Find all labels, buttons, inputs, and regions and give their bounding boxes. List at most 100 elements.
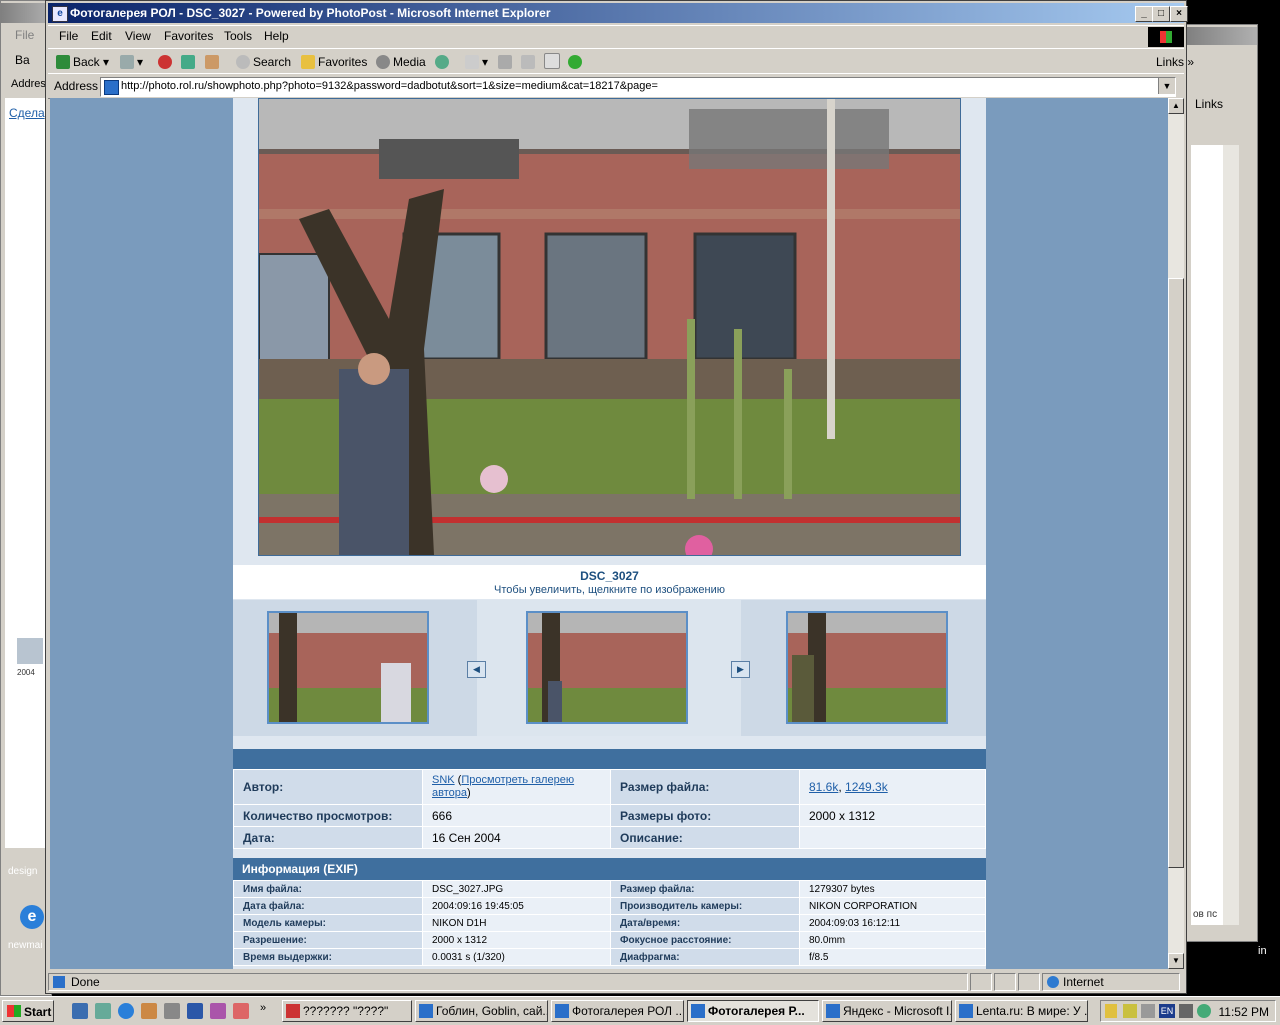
menu-view[interactable]: View	[125, 29, 151, 43]
tray-app-icon-2[interactable]	[1141, 1004, 1155, 1018]
volume-icon[interactable]	[1105, 1004, 1117, 1018]
address-dropdown-icon[interactable]: ▼	[1158, 78, 1175, 94]
stop-button[interactable]	[158, 53, 175, 71]
favorites-button[interactable]: Favorites	[301, 53, 367, 71]
main-photo-image[interactable]	[259, 99, 960, 555]
author-link[interactable]: SNK	[432, 774, 455, 786]
filesize-large-link[interactable]: 1249.3k	[845, 780, 888, 794]
quicklaunch-word-icon[interactable]	[187, 1003, 203, 1019]
exif-row: Имя файла: DSC_3027.JPG Размер файла: 12793…	[233, 880, 986, 898]
task-button-5[interactable]: Яндекс - Microsoft I...	[822, 1000, 952, 1022]
status-panel-3	[994, 973, 1016, 991]
photo-title: DSC_3027	[580, 569, 639, 583]
discuss-button[interactable]	[544, 53, 563, 71]
tray-app-icon-4[interactable]	[1197, 1004, 1211, 1018]
refresh-icon	[181, 55, 195, 69]
ie-window-icon[interactable]: e	[52, 6, 68, 22]
edit-button[interactable]	[521, 53, 538, 71]
menu-bar: File Edit View Favorites Tools Help	[48, 25, 1184, 49]
search-button[interactable]: Search	[236, 53, 291, 71]
exif-label: Размер файла:	[610, 880, 800, 898]
page-viewport: DSC_3027 Чтобы увеличить, щелкните по из…	[50, 98, 1168, 969]
home-button[interactable]	[205, 53, 222, 71]
home-icon	[205, 55, 219, 69]
background-year: 2004	[17, 668, 35, 677]
windows-logo	[1148, 27, 1184, 47]
clock[interactable]: 11:52 PM	[1219, 1005, 1269, 1019]
exif-label: Имя файла:	[233, 880, 423, 898]
thumbnail-next[interactable]	[786, 611, 948, 724]
quicklaunch-notepad-icon[interactable]	[95, 1003, 111, 1019]
forward-arrow-icon	[120, 55, 134, 69]
tray-app-icon-1[interactable]	[1123, 1004, 1137, 1018]
task-button-6[interactable]: Lenta.ru: В мире: У ...	[955, 1000, 1088, 1022]
ie-desktop-icon[interactable]: e	[20, 905, 44, 929]
show-desktop-icon[interactable]	[72, 1003, 88, 1019]
exif-value: NIKON D1H	[422, 914, 611, 932]
task-button-3[interactable]: Фотогалерея РОЛ ...	[551, 1000, 684, 1022]
exif-value: 80.0mm	[799, 931, 986, 949]
media-button[interactable]: Media	[376, 53, 426, 71]
background-link[interactable]: Сдела	[9, 106, 45, 120]
tray-app-icon-3[interactable]	[1179, 1004, 1193, 1018]
task-label: Фотогалерея Р...	[708, 1004, 805, 1018]
print-button[interactable]	[498, 53, 515, 71]
history-button[interactable]	[435, 53, 452, 71]
thumbnail-previous[interactable]	[267, 611, 429, 724]
forward-button[interactable]: ▾	[120, 53, 143, 71]
start-button[interactable]: Start	[2, 1000, 54, 1022]
vertical-scrollbar[interactable]: ▲ ▼	[1168, 98, 1184, 969]
messenger-button[interactable]	[568, 53, 585, 71]
gallery-content: DSC_3027 Чтобы увеличить, щелкните по из…	[233, 98, 986, 969]
close-button[interactable]: ×	[1170, 6, 1188, 22]
minimize-button[interactable]: _	[1135, 6, 1153, 22]
scroll-up-arrow-icon[interactable]: ▲	[1168, 98, 1184, 114]
title-bar[interactable]: e Фотогалерея РОЛ - DSC_3027 - Powered b…	[48, 3, 1188, 23]
status-text: Done	[71, 975, 100, 989]
quicklaunch-mail-icon[interactable]	[164, 1003, 180, 1019]
previous-arrow-button[interactable]: ◀	[467, 661, 486, 678]
author-value: SNK (Просмотреть галерею автора)	[422, 769, 611, 805]
links-button[interactable]: Links »	[1156, 53, 1194, 71]
language-indicator[interactable]: EN	[1159, 1004, 1175, 1018]
maximize-button[interactable]: □	[1152, 6, 1170, 22]
task-label: Яндекс - Microsoft I...	[843, 1004, 952, 1018]
standard-toolbar: Back ▾ ▾ Search Favorites Media ▾ Links …	[48, 48, 1194, 74]
address-url[interactable]: http://photo.rol.ru/showphoto.php?photo=…	[121, 80, 658, 92]
next-arrow-button[interactable]: ▶	[731, 661, 750, 678]
exif-value: 0.0031 s (1/320)	[422, 948, 611, 966]
menu-help[interactable]: Help	[264, 29, 289, 43]
quicklaunch-ie-icon[interactable]	[118, 1003, 134, 1019]
mail-button[interactable]: ▾	[465, 53, 488, 71]
links-label: Links	[1156, 55, 1185, 69]
background-thumbnail	[17, 638, 43, 664]
background-links[interactable]: Links	[1195, 97, 1223, 111]
background-scrollbar[interactable]	[1223, 145, 1239, 925]
menu-tools[interactable]: Tools	[224, 29, 252, 43]
desktop-label-newmail: newmai	[8, 940, 43, 951]
exif-row: Дата файла: 2004:09:16 19:45:05 Производит…	[233, 897, 986, 915]
exif-value: 2004:09:03 16:12:11	[799, 914, 986, 932]
menu-file[interactable]: File	[59, 29, 78, 43]
filesize-small-link[interactable]: 81.6k	[809, 780, 838, 794]
exif-label: Разрешение:	[233, 931, 423, 949]
menu-edit[interactable]: Edit	[91, 29, 112, 43]
task-button-1[interactable]: ??????? "????"	[282, 1000, 412, 1022]
main-photo[interactable]	[258, 98, 961, 556]
thumbnail-current[interactable]	[526, 611, 688, 724]
exif-label: Диафрагма:	[610, 948, 800, 966]
address-field[interactable]: http://photo.rol.ru/showphoto.php?photo=…	[100, 77, 1176, 97]
task-button-4-active[interactable]: Фотогалерея Р...	[687, 1000, 819, 1022]
quicklaunch-app-icon[interactable]	[141, 1003, 157, 1019]
menu-favorites[interactable]: Favorites	[164, 29, 213, 43]
photo-caption: DSC_3027 Чтобы увеличить, щелкните по из…	[233, 565, 986, 599]
task-icon	[959, 1004, 973, 1018]
scroll-down-arrow-icon[interactable]: ▼	[1168, 953, 1184, 969]
refresh-button[interactable]	[181, 53, 198, 71]
quicklaunch-paint-icon[interactable]	[233, 1003, 249, 1019]
back-button[interactable]: Back ▾	[56, 53, 109, 71]
scrollbar-thumb[interactable]	[1168, 278, 1184, 868]
quicklaunch-tool-icon[interactable]	[210, 1003, 226, 1019]
task-button-2[interactable]: Гоблин, Goblin, сай...	[415, 1000, 548, 1022]
quicklaunch-more-icon[interactable]: »	[260, 1002, 266, 1014]
